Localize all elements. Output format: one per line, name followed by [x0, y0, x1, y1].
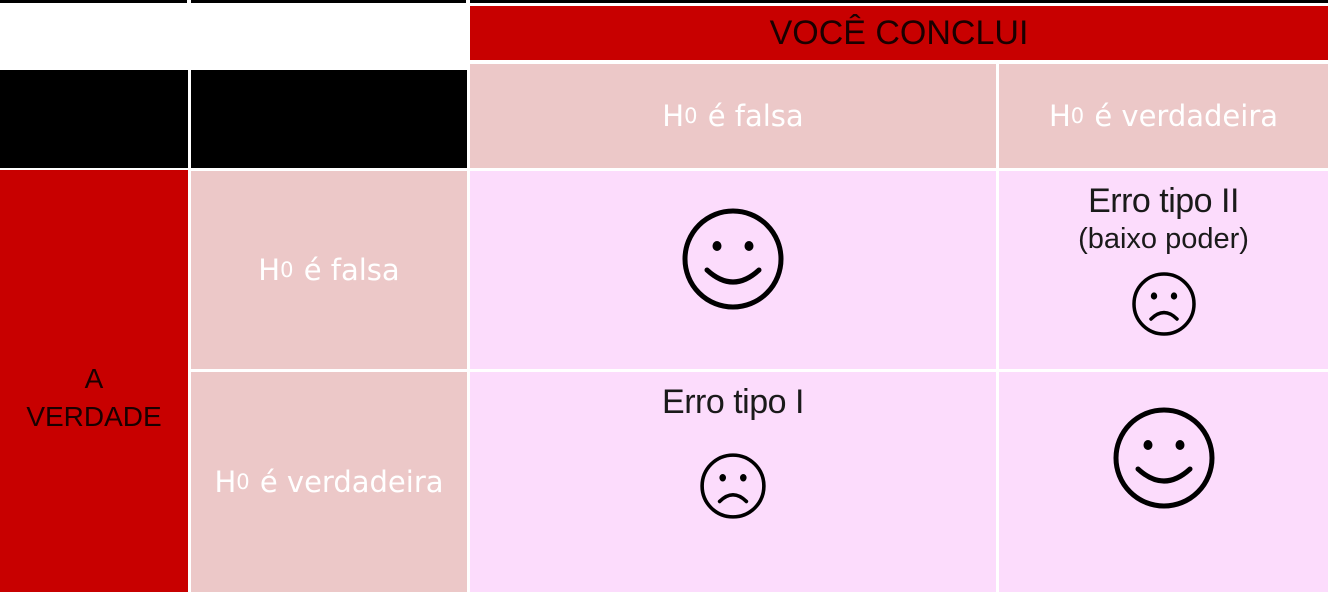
column-header-text: é verdadeira	[1085, 99, 1279, 133]
type-ii-error-note: (baixo poder)	[1078, 223, 1249, 255]
sad-face-icon	[700, 453, 766, 519]
row-header-h0-true: H0 é verdadeira	[191, 372, 467, 592]
sad-face-icon	[1131, 272, 1196, 336]
row-header-h0-false: H0 é falsa	[191, 171, 467, 369]
column-header-subscript: 0	[1070, 104, 1085, 128]
corner-block-left	[0, 70, 188, 168]
column-header-symbol: H	[662, 99, 685, 133]
column-header-text: é falsa	[698, 99, 804, 133]
row-header-symbol: H	[214, 465, 237, 499]
outcome-truth-false-conclude-true: Erro tipo II (baixo poder)	[999, 171, 1328, 369]
conclusion-header: VOCÊ CONCLUI	[470, 6, 1328, 60]
smiley-face-icon	[682, 208, 784, 310]
column-header-symbol: H	[1048, 99, 1071, 133]
outcome-truth-false-conclude-false	[470, 171, 996, 369]
row-header-symbol: H	[258, 253, 281, 287]
top-border-middle	[191, 0, 466, 3]
row-header-subscript: 0	[236, 470, 250, 494]
outcome-truth-true-conclude-true	[999, 372, 1328, 592]
row-header-text: é falsa	[294, 253, 400, 287]
type-ii-error-label: Erro tipo II	[1088, 182, 1239, 220]
column-header-h0-false: H0 é falsa	[470, 64, 996, 168]
corner-block-right	[191, 70, 467, 168]
truth-header: A VERDADE	[0, 170, 188, 592]
column-header-subscript: 0	[684, 104, 698, 128]
column-header-h0-true: H0 é verdadeira	[999, 64, 1328, 168]
row-header-text: é verdadeira	[250, 465, 444, 499]
top-border-left	[0, 0, 187, 3]
row-header-subscript: 0	[280, 258, 294, 282]
truth-header-line1: A	[84, 363, 104, 394]
smiley-face-icon	[1113, 407, 1214, 509]
truth-header-line2: VERDADE	[26, 401, 162, 432]
type-i-error-label: Erro tipo I	[662, 383, 804, 421]
conclusion-header-label: VOCÊ CONCLUI	[769, 13, 1029, 52]
outcome-truth-true-conclude-false: Erro tipo I	[470, 372, 996, 592]
top-border-right	[470, 0, 1328, 3]
